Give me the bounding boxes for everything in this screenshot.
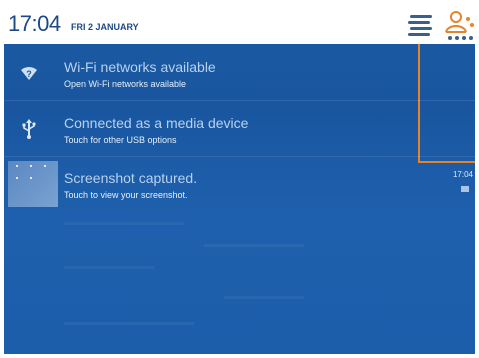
- background-ghost: [224, 296, 304, 299]
- screenshot-thumbnail: [8, 161, 58, 207]
- notification-screenshot[interactable]: Screenshot captured. Touch to view your …: [4, 157, 475, 212]
- notification-wifi[interactable]: ? Wi-Fi networks available Open Wi-Fi ne…: [4, 46, 475, 101]
- usb-icon: [22, 119, 36, 139]
- image-icon: [461, 186, 469, 192]
- notification-title: Connected as a media device: [64, 115, 249, 131]
- notification-subtitle: Open Wi-Fi networks available: [64, 79, 187, 89]
- notification-subtitle: Touch for other USB options: [64, 135, 177, 145]
- notification-title: Wi-Fi networks available: [64, 59, 216, 75]
- divider: [4, 100, 475, 101]
- notification-usb[interactable]: Connected as a media device Touch for ot…: [4, 102, 475, 157]
- notification-subtitle: Touch to view your screenshot.: [64, 190, 188, 200]
- background-ghost: [64, 266, 154, 269]
- notification-time: 17:04: [452, 170, 473, 179]
- notification-shade: 17:04 FRI 2 JANUARY ? Wi-Fi networks ava…: [4, 4, 475, 354]
- device-frame: 17:04 FRI 2 JANUARY ? Wi-Fi networks ava…: [0, 0, 479, 358]
- background-ghost: [64, 322, 194, 325]
- background-ghost: [64, 222, 184, 225]
- svg-text:?: ?: [26, 69, 32, 79]
- user-icon[interactable]: [444, 10, 475, 42]
- notification-title: Screenshot captured.: [64, 170, 198, 186]
- wifi-question-icon: ?: [21, 66, 37, 80]
- date-label: FRI 2 JANUARY: [71, 22, 139, 32]
- quick-settings-icon[interactable]: [407, 14, 433, 36]
- background-ghost: [204, 244, 304, 247]
- status-bar: 17:04 FRI 2 JANUARY: [4, 4, 475, 44]
- clock: 17:04: [8, 11, 61, 36]
